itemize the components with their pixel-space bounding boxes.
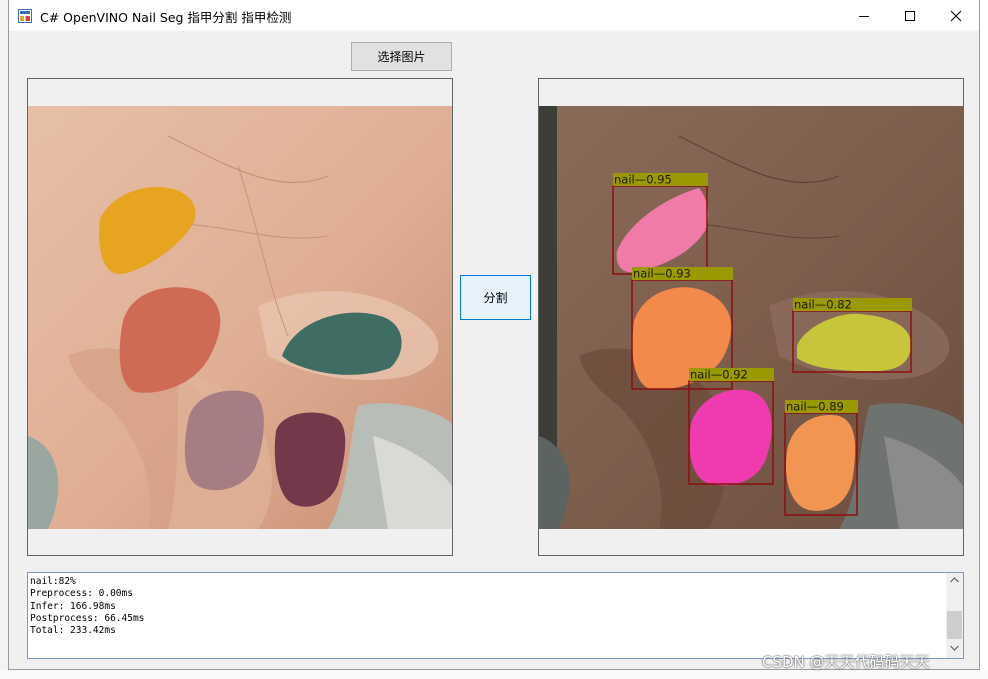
label-nail-3: nail—0.82 xyxy=(794,298,852,312)
app-window: C# OpenVINO Nail Seg 指甲分割 指甲检测 选择图片 分割 n… xyxy=(8,0,980,670)
watermark: CSDN @天天代码码天天 xyxy=(762,653,930,671)
log-textbox[interactable]: nail:82% Preprocess: 0.00ms Infer: 166.9… xyxy=(27,572,964,659)
close-button[interactable] xyxy=(933,0,979,31)
label-nail-4: nail—0.92 xyxy=(690,368,748,382)
segment-button[interactable]: 分割 xyxy=(460,275,531,320)
source-image xyxy=(28,106,452,529)
result-image-box: nail—0.95 nail—0.93 nail—0.82 nail—0.92 … xyxy=(538,78,964,556)
window-title: C# OpenVINO Nail Seg 指甲分割 指甲检测 xyxy=(40,10,292,25)
close-icon xyxy=(950,10,962,21)
maximize-button[interactable] xyxy=(887,0,933,31)
scrollbar-thumb[interactable] xyxy=(947,611,962,639)
source-image-box xyxy=(27,78,453,556)
log-text: nail:82% Preprocess: 0.00ms Infer: 166.9… xyxy=(30,576,145,637)
minimize-button[interactable] xyxy=(841,0,887,31)
result-image: nail—0.95 nail—0.93 nail—0.82 nail—0.92 … xyxy=(539,106,963,529)
vertical-scrollbar[interactable] xyxy=(946,573,963,658)
minimize-icon xyxy=(859,15,869,17)
scroll-down-icon[interactable] xyxy=(950,645,959,651)
maximize-icon xyxy=(905,10,915,21)
label-nail-5: nail—0.89 xyxy=(786,400,844,414)
select-image-button[interactable]: 选择图片 xyxy=(351,42,452,71)
background-left xyxy=(0,0,8,679)
label-nail-1: nail—0.95 xyxy=(614,173,672,187)
title-bar[interactable]: C# OpenVINO Nail Seg 指甲分割 指甲检测 xyxy=(9,0,979,31)
app-icon xyxy=(18,9,32,23)
scroll-up-icon[interactable] xyxy=(950,577,959,583)
label-nail-2: nail—0.93 xyxy=(633,267,691,281)
